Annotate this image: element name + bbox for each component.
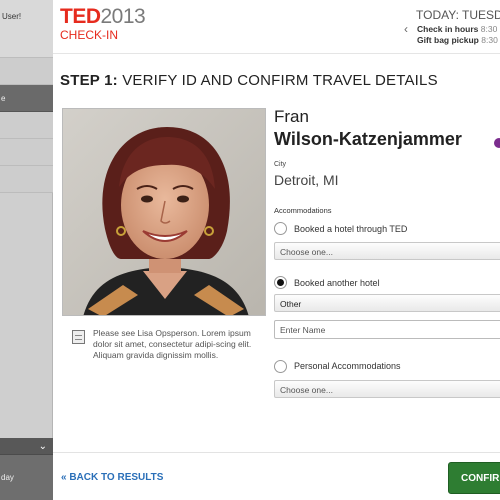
city-value: Detroit, MI (274, 172, 339, 188)
logo-ted: TED (60, 5, 101, 28)
attendee-first-name: Fran (274, 107, 309, 126)
personal-accommodations-select[interactable]: Choose one... (274, 380, 500, 398)
radio-ted-hotel-label[interactable]: Booked a hotel through TED (294, 224, 407, 234)
radio-personal-accommodations[interactable] (274, 360, 287, 373)
sidebar-day-label: day (1, 473, 14, 482)
note-icon (72, 330, 85, 344)
radio-personal-accommodations-label[interactable]: Personal Accommodations (294, 361, 401, 371)
step-title: VERIFY ID AND CONFIRM TRAVEL DETAILS (122, 72, 438, 89)
sidebar-item[interactable] (0, 112, 53, 139)
step-heading: STEP 1: VERIFY ID AND CONFIRM TRAVEL DET… (60, 72, 438, 89)
footer-divider (53, 452, 500, 453)
radio-other-hotel[interactable] (274, 276, 287, 289)
back-to-results-link[interactable]: « BACK TO RESULTS (61, 472, 163, 483)
status-badge (494, 138, 500, 148)
schedule-item: Gift bag pickup 8:30 (417, 35, 498, 45)
schedule-time: 8:30 (480, 24, 498, 34)
schedule-label: Gift bag pickup (417, 35, 479, 45)
sidebar-greeting: User! (2, 12, 22, 21)
radio-ted-hotel[interactable] (274, 222, 287, 235)
step-prefix: STEP 1: (60, 72, 118, 89)
sidebar-user-panel: User! (0, 0, 53, 58)
sidebar-item-active[interactable]: e (0, 85, 53, 112)
header: TED2013 CHECK-IN TODAY: TUESDAY ‹ Check … (53, 0, 500, 54)
attendee-note: Please see Lisa Opsperson. Lorem ipsum d… (93, 328, 252, 360)
schedule-time: 8:30 (481, 35, 498, 45)
attendee-last-name: Wilson-Katzenjammer (274, 129, 462, 149)
page-subtitle: CHECK-IN (60, 28, 119, 42)
ted-hotel-select[interactable]: Choose one... (274, 242, 500, 260)
sidebar-item[interactable] (0, 139, 53, 166)
accommodations-label: Accommodations (274, 206, 332, 215)
attendee-portrait (63, 109, 265, 315)
sidebar-item[interactable] (0, 166, 53, 193)
logo-year: 2013 (100, 5, 146, 28)
radio-other-hotel-label[interactable]: Booked another hotel (294, 278, 380, 288)
city-label: City (274, 161, 287, 168)
sidebar-day-toggle[interactable]: ⌄ (0, 438, 53, 455)
today-label: TODAY: TUESDAY (416, 8, 500, 22)
chevron-down-icon[interactable]: ⌄ (39, 441, 47, 452)
sidebar-item[interactable] (0, 58, 53, 85)
sidebar-day-panel: ⌄ day (0, 438, 53, 500)
sidebar: User! e ⌄ day (0, 0, 53, 500)
attendee-photo (62, 108, 266, 316)
hotel-name-input[interactable]: Enter Name (274, 320, 500, 339)
confirm-button[interactable]: CONFIRM (448, 462, 500, 494)
schedule-item: Check in hours 8:30 (417, 24, 497, 34)
ted-logo: TED2013 (60, 5, 146, 28)
chevron-left-icon[interactable]: ‹ (404, 22, 408, 36)
sidebar-item-label: e (1, 94, 6, 103)
schedule-label: Check in hours (417, 24, 479, 34)
other-hotel-select[interactable]: Other (274, 294, 500, 312)
